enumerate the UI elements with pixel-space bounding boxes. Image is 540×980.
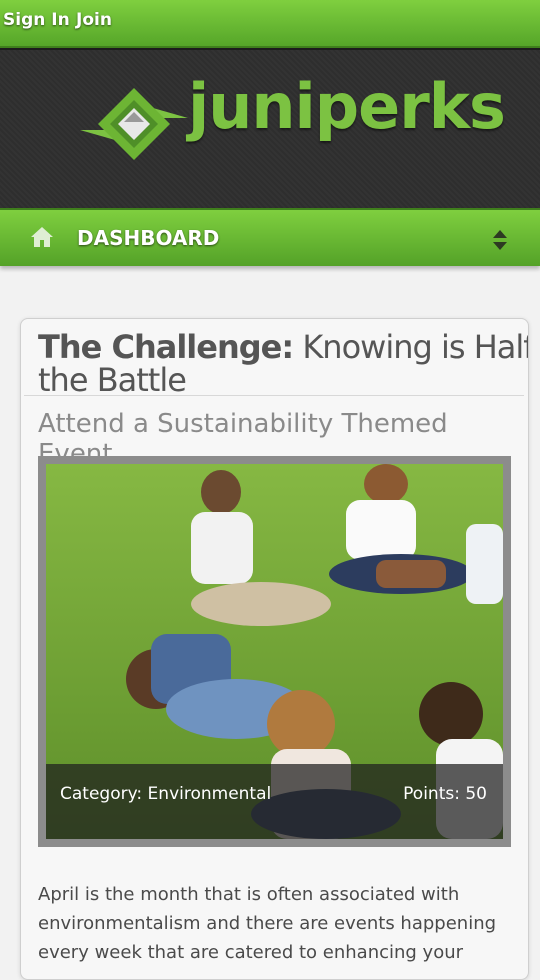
challenge-title: The Challenge: Knowing is Half the Battl… <box>38 331 528 397</box>
category-label: Category: Environmental <box>60 784 272 804</box>
sign-in-link[interactable]: Sign In <box>3 10 70 30</box>
challenge-photo[interactable]: Category: Environmental Points: 50 <box>46 464 503 839</box>
join-link[interactable]: Join <box>76 10 112 30</box>
points-label: Points: 50 <box>403 784 487 804</box>
challenge-description: April is the month that is often associa… <box>38 884 497 963</box>
title-divider <box>24 395 524 396</box>
brand-wordmark[interactable]: juniperks <box>188 76 506 138</box>
challenge-card: The Challenge: Knowing is Half the Battl… <box>20 318 529 980</box>
site-header: juniperks <box>0 48 540 210</box>
up-down-arrows-icon[interactable] <box>491 228 509 252</box>
top-auth-bar: Sign In Join <box>0 0 540 48</box>
main-nav-bar[interactable]: DASHBOARD <box>0 208 540 266</box>
challenge-photo-frame: Category: Environmental Points: 50 <box>38 456 511 847</box>
home-icon[interactable] <box>30 226 54 248</box>
photo-caption-bar: Category: Environmental Points: 50 <box>46 764 503 839</box>
juniperks-logo-icon[interactable] <box>78 84 190 164</box>
dashboard-nav-label[interactable]: DASHBOARD <box>77 226 219 250</box>
